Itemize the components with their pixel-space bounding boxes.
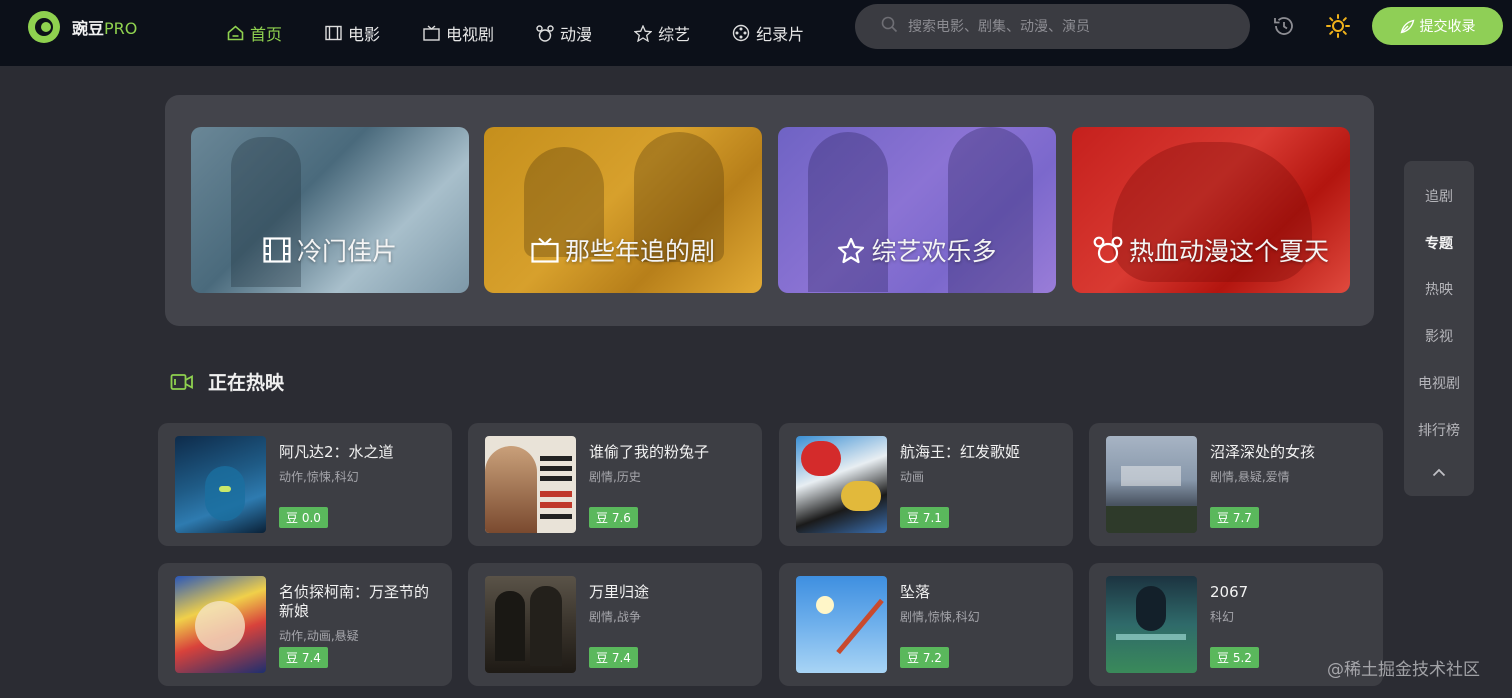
search-input[interactable] — [908, 18, 1228, 35]
topic-card-label: 冷门佳片 — [191, 232, 469, 268]
movie-card[interactable]: 谁偷了我的粉兔子 剧情,历史 豆 7.6 — [468, 423, 762, 546]
nav-item-tv[interactable]: 电视剧 — [422, 21, 494, 45]
movie-genre: 科幻 — [1210, 610, 1235, 624]
movie-card[interactable]: 坠落 剧情,惊悚,科幻 豆 7.2 — [779, 563, 1073, 686]
movie-card[interactable]: 阿凡达2：水之道 动作,惊悚,科幻 豆 0.0 — [158, 423, 452, 546]
rating-badge: 豆 7.2 — [900, 647, 949, 668]
rating-badge: 豆 7.4 — [279, 647, 328, 668]
search-box[interactable] — [855, 4, 1250, 49]
home-icon — [226, 24, 244, 42]
film-icon — [263, 237, 291, 263]
movie-genre: 剧情,战争 — [589, 610, 641, 624]
movie-genre: 动作,动画,悬疑 — [279, 629, 359, 643]
side-anchor-nav: 追剧 专题 热映 影视 电视剧 排行榜 — [1404, 161, 1474, 496]
submit-label: 提交收录 — [1419, 19, 1476, 35]
watermark: @稀土掘金技术社区 — [1327, 660, 1480, 680]
section-title: 正在热映 — [170, 368, 284, 395]
nav-item-anime[interactable]: 动漫 — [536, 21, 592, 45]
sun-icon[interactable] — [1325, 13, 1351, 39]
star-icon — [838, 237, 865, 263]
nav-label: 电视剧 — [446, 25, 495, 44]
topic-card-label: 热血动漫这个夏天 — [1072, 232, 1350, 268]
movie-card[interactable]: 航海王：红发歌姬 动画 豆 7.1 — [779, 423, 1073, 546]
history-icon[interactable] — [1271, 13, 1297, 39]
submit-button[interactable]: 提交收录 — [1372, 7, 1503, 45]
movie-card[interactable]: 沼泽深处的女孩 剧情,悬疑,爱情 豆 7.7 — [1089, 423, 1383, 546]
movie-genre: 剧情,历史 — [589, 470, 641, 484]
movie-poster[interactable] — [485, 576, 576, 673]
movie-title[interactable]: 航海王：红发歌姬 — [900, 443, 1060, 462]
nav-item-home[interactable]: 首页 — [226, 21, 282, 45]
search-icon — [881, 16, 898, 37]
video-camera-icon — [170, 373, 193, 390]
main-nav: 首页 电影 电视剧 动漫 综艺 纪录片 — [226, 0, 846, 66]
movie-card[interactable]: 万里归途 剧情,战争 豆 7.4 — [468, 563, 762, 686]
nav-label: 动漫 — [560, 25, 593, 44]
side-item-now-showing[interactable]: 热映 — [1404, 279, 1474, 299]
rating-badge: 豆 7.1 — [900, 507, 949, 528]
leaf-icon — [1400, 19, 1414, 33]
rating-badge: 豆 0.0 — [279, 507, 328, 528]
movie-poster[interactable] — [796, 436, 887, 533]
movie-poster[interactable] — [175, 576, 266, 673]
movie-poster[interactable] — [1106, 436, 1197, 533]
rating-badge: 豆 5.2 — [1210, 647, 1259, 668]
movie-title[interactable]: 沼泽深处的女孩 — [1210, 443, 1370, 462]
tv-icon — [422, 24, 440, 42]
side-item-ranking[interactable]: 排行榜 — [1404, 420, 1474, 440]
mickey-icon — [536, 24, 554, 42]
rating-badge: 豆 7.4 — [589, 647, 638, 668]
chevron-up-icon — [1432, 468, 1446, 477]
movie-title[interactable]: 名侦探柯南：万圣节的新娘 — [279, 583, 439, 621]
movie-genre: 剧情,悬疑,爱情 — [1210, 470, 1290, 484]
movie-title[interactable]: 2067 — [1210, 583, 1370, 602]
topic-card-anime[interactable]: 热血动漫这个夏天 — [1072, 127, 1350, 293]
logo-text: 豌豆PRO — [72, 19, 138, 38]
topic-card-classic-tv[interactable]: 那些年追的剧 — [484, 127, 762, 293]
figure-silhouette — [948, 127, 1033, 293]
film-icon — [324, 24, 342, 42]
logo-icon — [28, 11, 60, 43]
nav-label: 电影 — [348, 25, 381, 44]
movie-poster[interactable] — [1106, 576, 1197, 673]
movie-title[interactable]: 万里归途 — [589, 583, 749, 602]
logo[interactable]: 豌豆PRO — [28, 11, 137, 43]
movie-title[interactable]: 坠落 — [900, 583, 1060, 602]
rating-badge: 豆 7.6 — [589, 507, 638, 528]
movie-poster[interactable] — [485, 436, 576, 533]
reel-icon — [732, 24, 750, 42]
nav-label: 综艺 — [658, 25, 691, 44]
nav-label: 纪录片 — [756, 25, 805, 44]
topic-banner: 冷门佳片 那些年追的剧 综艺欢乐多 热血动漫这个夏天 — [165, 95, 1374, 326]
side-item-movies[interactable]: 影视 — [1404, 326, 1474, 346]
side-item-follow[interactable]: 追剧 — [1404, 186, 1474, 206]
nav-item-movie[interactable]: 电影 — [324, 21, 380, 45]
movie-title[interactable]: 阿凡达2：水之道 — [279, 443, 439, 462]
nav-item-documentary[interactable]: 纪录片 — [732, 21, 804, 45]
movie-genre: 动画 — [900, 470, 925, 484]
movie-poster[interactable] — [175, 436, 266, 533]
figure-silhouette — [808, 132, 888, 292]
mickey-icon — [1093, 236, 1123, 264]
topic-card-label: 综艺欢乐多 — [778, 232, 1056, 268]
top-header: 豌豆PRO 首页 电影 电视剧 动漫 综艺 纪录片 搜索电影、剧集、动漫、演员 … — [0, 0, 1512, 66]
movie-card[interactable]: 名侦探柯南：万圣节的新娘 动作,动画,悬疑 豆 7.4 — [158, 563, 452, 686]
side-item-topics[interactable]: 专题 — [1404, 233, 1474, 253]
tv-icon — [531, 237, 559, 263]
topic-card-label: 那些年追的剧 — [484, 232, 762, 268]
star-icon — [634, 24, 653, 42]
movie-title[interactable]: 谁偷了我的粉兔子 — [589, 443, 749, 462]
nav-item-variety[interactable]: 综艺 — [634, 21, 690, 45]
side-item-tv[interactable]: 电视剧 — [1404, 373, 1474, 393]
nav-label: 首页 — [250, 25, 283, 44]
back-to-top-button[interactable] — [1404, 465, 1474, 481]
topic-card-cult-films[interactable]: 冷门佳片 — [191, 127, 469, 293]
topic-card-variety[interactable]: 综艺欢乐多 — [778, 127, 1056, 293]
movie-poster[interactable] — [796, 576, 887, 673]
section-title-text: 正在热映 — [208, 372, 285, 394]
movie-genre: 动作,惊悚,科幻 — [279, 470, 359, 484]
movie-genre: 剧情,惊悚,科幻 — [900, 610, 980, 624]
rating-badge: 豆 7.7 — [1210, 507, 1259, 528]
